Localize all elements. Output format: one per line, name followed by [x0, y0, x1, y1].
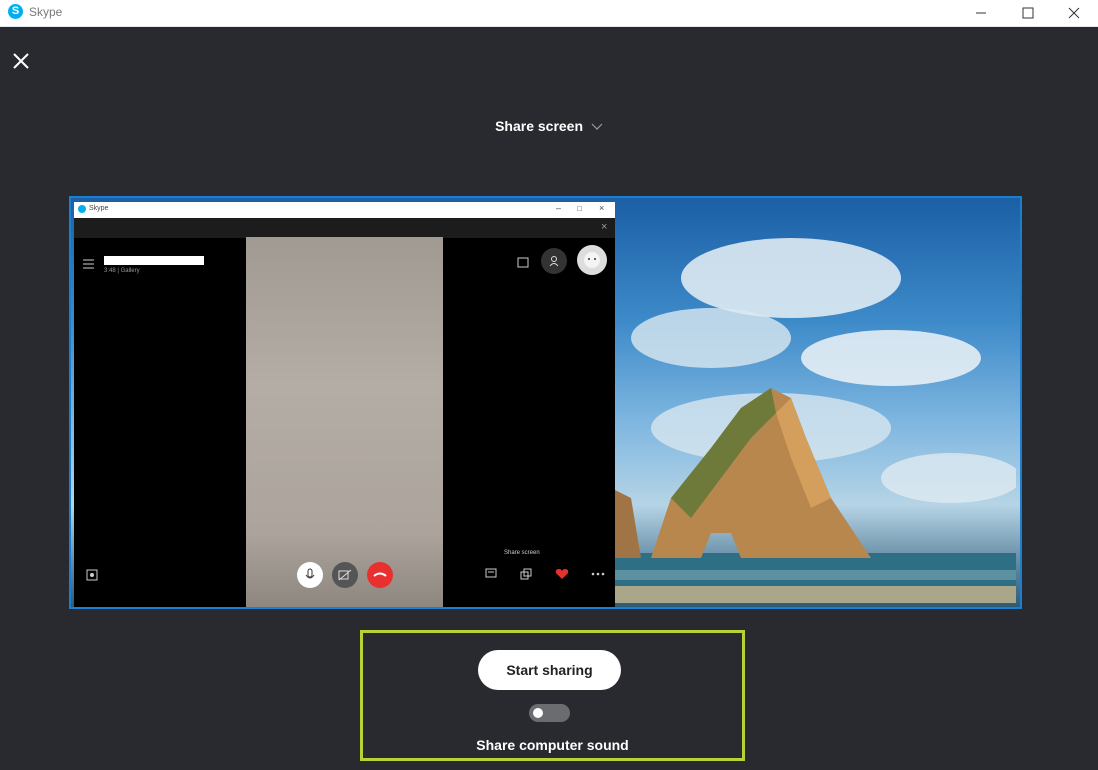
close-share-button[interactable]	[11, 51, 31, 71]
inner-title-bar: Skype – □ ×	[74, 202, 615, 218]
inner-screen-icon	[517, 257, 529, 268]
inner-contact-name	[104, 256, 204, 265]
chevron-down-icon	[591, 123, 603, 131]
more-icon	[591, 572, 605, 576]
inner-app-title: Skype	[89, 205, 109, 212]
share-controls-box: Start sharing Share computer sound	[360, 630, 745, 761]
inner-share-label: Share screen	[504, 550, 540, 556]
share-mode-label: Share screen	[495, 118, 584, 134]
chat-icon	[485, 568, 497, 578]
inner-skype-logo-icon	[78, 205, 86, 213]
inner-skype-window: Skype – □ × × 3:48 | Gallery Share scree…	[74, 202, 615, 607]
inner-minimize-icon: –	[556, 203, 562, 213]
microphone-icon	[297, 562, 323, 588]
inner-notification-bar: ×	[74, 218, 615, 238]
inner-snapshot-icon	[86, 569, 98, 581]
video-off-icon	[332, 562, 358, 588]
end-call-icon	[367, 562, 393, 588]
title-bar: S Skype	[0, 0, 1098, 27]
start-sharing-button[interactable]: Start sharing	[478, 650, 621, 690]
heart-icon	[555, 569, 569, 579]
share-computer-sound-label: Share computer sound	[476, 737, 629, 753]
inner-avatar	[577, 245, 607, 275]
app-title: Skype	[29, 5, 63, 19]
inner-call-subtitle: 3:48 | Gallery	[104, 268, 140, 274]
minimize-button[interactable]	[958, 0, 1004, 26]
inner-maximize-icon: □	[577, 204, 582, 213]
toggle-knob	[533, 708, 543, 718]
skype-logo-icon: S	[8, 4, 23, 19]
layout-icon	[520, 568, 532, 580]
close-icon	[13, 53, 29, 69]
share-mode-dropdown[interactable]: Share screen	[0, 118, 1098, 134]
maximize-icon	[1022, 7, 1034, 19]
inner-close-icon: ×	[599, 203, 605, 213]
share-computer-sound-toggle[interactable]	[529, 704, 570, 722]
minimize-icon	[976, 12, 986, 14]
window-close-button[interactable]	[1051, 0, 1097, 26]
inner-menu-icon	[83, 259, 94, 269]
maximize-button[interactable]	[1005, 0, 1051, 26]
window-close-icon	[1068, 7, 1080, 19]
inner-add-person-icon	[541, 248, 567, 274]
inner-bar-close-icon: ×	[601, 221, 608, 233]
screen-preview[interactable]: Skype – □ × × 3:48 | Gallery Share scree…	[69, 196, 1022, 609]
inner-video-feed	[246, 237, 443, 607]
